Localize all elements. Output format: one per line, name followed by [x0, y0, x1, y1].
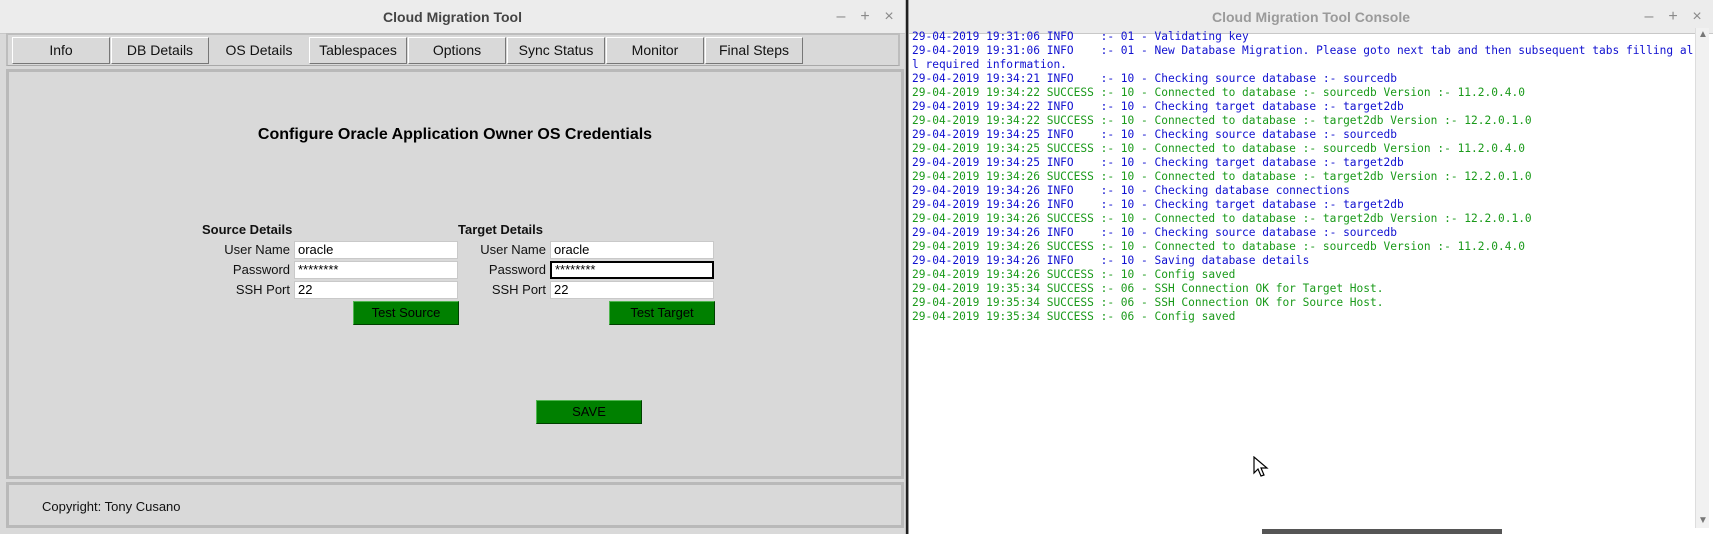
source-port-label: SSH Port [235, 282, 290, 297]
console-line: 29-04-2019 19:34:25 INFO :- 10 - Checkin… [912, 128, 1397, 141]
target-user-input[interactable]: oracle [550, 241, 714, 259]
tab-info[interactable]: Info [12, 37, 110, 64]
test-source-button[interactable]: Test Source [353, 301, 459, 325]
source-user-row: User Name oracle [202, 240, 462, 260]
target-password-label: Password [488, 262, 546, 277]
page-title: Configure Oracle Application Owner OS Cr… [257, 126, 653, 143]
console-scrollbar[interactable]: ▲ ▼ [1695, 28, 1709, 528]
taskbar-strip [1262, 529, 1502, 534]
source-port-row: SSH Port 22 [202, 280, 462, 300]
save-button[interactable]: SAVE [536, 400, 642, 424]
target-details-title: Target Details [458, 222, 544, 237]
console-line: 29-04-2019 19:34:26 INFO :- 10 - Checkin… [912, 184, 1350, 197]
tab-os-details[interactable]: OS Details [210, 37, 308, 64]
console-line: 29-04-2019 19:34:26 SUCCESS :- 10 - Conf… [912, 268, 1236, 281]
footer: Copyright: Tony Cusano [6, 482, 904, 528]
console-line: 29-04-2019 19:35:34 SUCCESS :- 06 - Conf… [912, 310, 1236, 323]
tab-options[interactable]: Options [408, 37, 506, 64]
tab-sync-status[interactable]: Sync Status [507, 37, 605, 64]
target-password-input[interactable]: ******** [550, 261, 714, 279]
tab-monitor[interactable]: Monitor [606, 37, 704, 64]
console-line: 29-04-2019 19:34:25 INFO :- 10 - Checkin… [912, 156, 1404, 169]
target-port-label: SSH Port [491, 282, 546, 297]
target-user-row: User Name oracle [458, 240, 718, 260]
console-line: 29-04-2019 19:31:06 INFO :- 01 - Validat… [912, 30, 1249, 43]
target-port-row: SSH Port 22 [458, 280, 718, 300]
minimize-icon[interactable]: – [833, 0, 849, 34]
target-port-input[interactable]: 22 [550, 281, 714, 299]
target-details-group: Target Details User Name oracle Password… [458, 222, 718, 325]
console-line: 29-04-2019 19:34:26 SUCCESS :- 10 - Conn… [912, 240, 1525, 253]
console-titlebar[interactable]: Cloud Migration Tool Console – + × [909, 0, 1713, 34]
source-details-title: Source Details [202, 222, 293, 237]
source-details-group: Source Details User Name oracle Password… [202, 222, 462, 325]
console-line: 29-04-2019 19:35:34 SUCCESS :- 06 - SSH … [912, 296, 1384, 309]
tab-bar: Info DB Details OS Details Tablespaces O… [6, 33, 900, 66]
source-password-input[interactable]: ******** [294, 261, 458, 279]
main-titlebar[interactable]: Cloud Migration Tool – + × [0, 0, 905, 34]
target-user-label: User Name [480, 242, 546, 257]
window-title: Cloud Migration Tool [383, 9, 522, 25]
console-line: 29-04-2019 19:31:06 INFO :- 01 - New Dat… [912, 44, 1694, 71]
console-line: 29-04-2019 19:34:26 SUCCESS :- 10 - Conn… [912, 170, 1532, 183]
console-line: 29-04-2019 19:35:34 SUCCESS :- 06 - SSH … [912, 282, 1384, 295]
mouse-pointer-icon [1253, 456, 1269, 477]
console-line: 29-04-2019 19:34:22 INFO :- 10 - Checkin… [912, 100, 1404, 113]
console-line: 29-04-2019 19:34:26 SUCCESS :- 10 - Conn… [912, 212, 1532, 225]
console-line: 29-04-2019 19:34:25 SUCCESS :- 10 - Conn… [912, 142, 1525, 155]
os-details-panel: Configure Oracle Application Owner OS Cr… [6, 69, 904, 479]
copyright-text: Copyright: Tony Cusano [42, 499, 181, 514]
source-password-label: Password [232, 262, 290, 277]
console-window: Cloud Migration Tool Console – + × 29-04… [908, 0, 1713, 534]
close-icon[interactable]: × [881, 0, 897, 34]
window-controls: – + × [833, 0, 897, 34]
console-line: 29-04-2019 19:34:22 SUCCESS :- 10 - Conn… [912, 114, 1532, 127]
console-line: 29-04-2019 19:34:26 INFO :- 10 - Saving … [912, 254, 1310, 267]
maximize-icon[interactable]: + [857, 0, 873, 34]
source-port-input[interactable]: 22 [294, 281, 458, 299]
maximize-icon[interactable]: + [1665, 0, 1681, 34]
minimize-icon[interactable]: – [1641, 0, 1657, 34]
console-line: 29-04-2019 19:34:21 INFO :- 10 - Checkin… [912, 72, 1397, 85]
console-title: Cloud Migration Tool Console [1211, 9, 1411, 25]
console-log[interactable]: 29-04-2019 19:31:06 INFO :- 01 - Validat… [912, 30, 1694, 526]
tab-tablespaces[interactable]: Tablespaces [309, 37, 407, 64]
main-window: Cloud Migration Tool – + × Info DB Detai… [0, 0, 906, 534]
source-user-input[interactable]: oracle [294, 241, 458, 259]
source-password-row: Password ******** [202, 260, 462, 280]
scroll-up-icon[interactable]: ▲ [1696, 28, 1710, 42]
console-line: 29-04-2019 19:34:26 INFO :- 10 - Checkin… [912, 198, 1404, 211]
console-line: 29-04-2019 19:34:22 SUCCESS :- 10 - Conn… [912, 86, 1525, 99]
test-target-button[interactable]: Test Target [609, 301, 715, 325]
scroll-down-icon[interactable]: ▼ [1696, 514, 1710, 528]
source-user-label: User Name [224, 242, 290, 257]
target-password-row: Password ******** [458, 260, 718, 280]
console-line: 29-04-2019 19:34:26 INFO :- 10 - Checkin… [912, 226, 1397, 239]
tab-db-details[interactable]: DB Details [111, 37, 209, 64]
tab-final-steps[interactable]: Final Steps [705, 37, 803, 64]
